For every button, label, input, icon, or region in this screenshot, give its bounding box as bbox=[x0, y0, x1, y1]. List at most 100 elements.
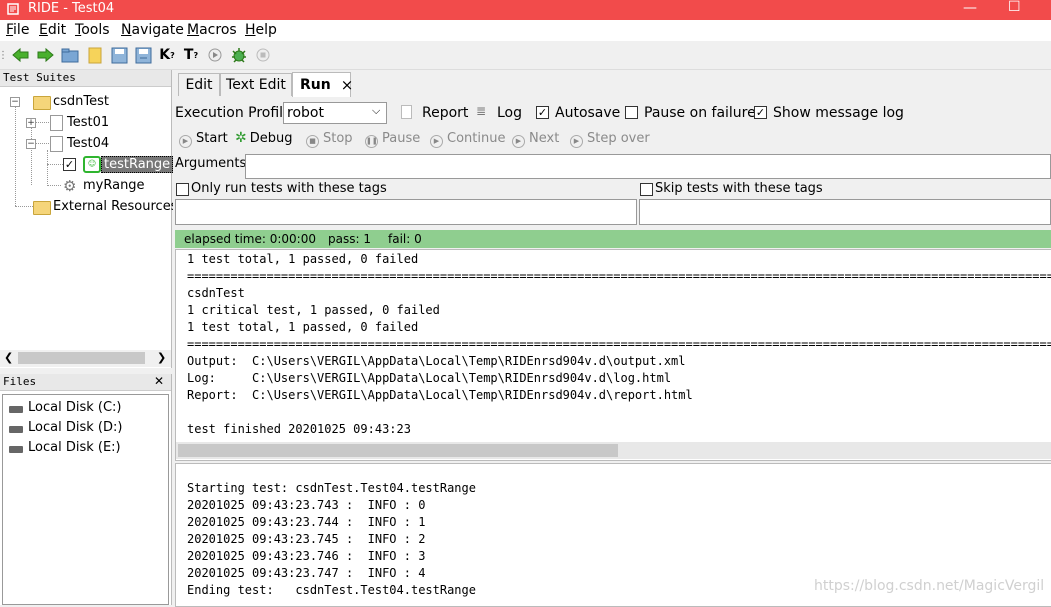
menu-edit[interactable]: Edit bbox=[39, 22, 66, 38]
autosave-label: Autosave bbox=[555, 105, 621, 121]
log-line: 1 test total, 1 passed, 0 failed bbox=[187, 252, 419, 266]
step-over-button[interactable]: ▶ Step over bbox=[570, 131, 650, 148]
keyword-gear-icon: ⚙ bbox=[63, 177, 77, 195]
log-line: ========================================… bbox=[187, 269, 1051, 283]
fail-count: fail: 0 bbox=[388, 232, 422, 246]
only-run-tags-input[interactable] bbox=[175, 199, 637, 225]
tree-node-test01[interactable]: Test01 bbox=[67, 115, 109, 130]
save-icon[interactable] bbox=[110, 46, 128, 64]
arguments-input[interactable] bbox=[245, 154, 1051, 179]
tree-horizontal-scrollbar[interactable]: ❮ ❯ bbox=[0, 350, 171, 367]
testrange-checkbox[interactable]: ✓ bbox=[63, 158, 76, 171]
show-message-log-checkbox[interactable]: ✓ bbox=[754, 106, 767, 119]
output-horizontal-scrollbar[interactable] bbox=[176, 442, 1051, 459]
files-tree: Local Disk (C:) Local Disk (D:) Local Di… bbox=[2, 394, 169, 605]
menu-help[interactable]: Help bbox=[245, 22, 277, 38]
keyword-search-icon[interactable]: K? bbox=[158, 46, 176, 64]
run-panel: Execution Profile: robot ⌵ Report ≣ Log … bbox=[173, 97, 1051, 607]
only-run-tags-checkbox[interactable] bbox=[176, 183, 189, 196]
forward-icon[interactable] bbox=[36, 46, 54, 64]
tree-node-csdntest[interactable]: csdnTest bbox=[53, 94, 109, 109]
back-icon[interactable] bbox=[12, 46, 30, 64]
continue-icon: ▶ bbox=[430, 135, 443, 148]
log-line: 1 critical test, 1 passed, 0 failed bbox=[187, 303, 440, 317]
tree-line bbox=[47, 164, 63, 165]
continue-button[interactable]: ▶ Continue bbox=[430, 131, 505, 148]
minimize-button[interactable]: — bbox=[963, 0, 977, 16]
execution-profile-label: Execution Profile: bbox=[175, 105, 297, 121]
start-button[interactable]: ▶ Start bbox=[179, 131, 228, 148]
file-icon bbox=[50, 136, 63, 152]
log-line: 20201025 09:43:23.744 : INFO : 1 bbox=[187, 515, 426, 529]
tree-node-external-resources[interactable]: External Resources bbox=[53, 199, 177, 214]
next-icon: ▶ bbox=[512, 135, 525, 148]
disk-icon bbox=[9, 406, 23, 413]
collapse-csdntest-icon[interactable]: − bbox=[10, 97, 20, 107]
pause-on-failure-checkbox[interactable] bbox=[625, 106, 638, 119]
files-close-icon[interactable]: ✕ bbox=[154, 374, 164, 388]
next-button[interactable]: ▶ Next bbox=[512, 131, 559, 148]
tab-text-edit[interactable]: Text Edit bbox=[220, 73, 292, 96]
disk-c[interactable]: Local Disk (C:) bbox=[28, 400, 121, 415]
play-icon: ▶ bbox=[179, 135, 192, 148]
tab-run[interactable]: Run × bbox=[292, 72, 354, 97]
pause-on-failure-label: Pause on failure bbox=[644, 105, 756, 121]
new-file-icon[interactable] bbox=[86, 46, 104, 64]
text-search-icon[interactable]: T? bbox=[182, 46, 200, 64]
arguments-label: Arguments: bbox=[175, 156, 251, 171]
run-icon[interactable] bbox=[206, 46, 224, 64]
debug-icon[interactable] bbox=[230, 46, 248, 64]
execution-profile-select[interactable]: robot ⌵ bbox=[283, 102, 387, 124]
disk-icon bbox=[9, 446, 23, 453]
log-line: csdnTest bbox=[187, 286, 245, 300]
toolbar: ⋮ K? T? bbox=[0, 41, 1051, 70]
external-folder-icon bbox=[33, 201, 51, 215]
scroll-thumb[interactable] bbox=[18, 352, 145, 364]
test-suites-panel: Test Suites − csdnTest + Test01 − Test04… bbox=[0, 70, 177, 368]
tree-node-testrange[interactable]: testRange bbox=[101, 156, 174, 173]
scroll-right-icon[interactable]: ❯ bbox=[157, 351, 166, 364]
report-button[interactable]: Report bbox=[422, 105, 468, 121]
stop-icon[interactable] bbox=[254, 46, 272, 64]
stop-circle-icon: ■ bbox=[306, 135, 319, 148]
close-run-tab-icon[interactable]: × bbox=[341, 76, 354, 94]
log-line: 20201025 09:43:23.746 : INFO : 3 bbox=[187, 549, 426, 563]
file-icon bbox=[50, 115, 63, 131]
log-button[interactable]: Log bbox=[497, 105, 522, 121]
editor-tabs: Edit Text Edit Run × bbox=[173, 71, 1051, 97]
skip-tags-input[interactable] bbox=[639, 199, 1051, 225]
menu-navigate[interactable]: Navigate bbox=[121, 22, 184, 38]
menu-macros[interactable]: Macros bbox=[187, 22, 237, 38]
log-line: Report: C:\Users\VERGIL\AppData\Local\Te… bbox=[187, 388, 693, 402]
grip-icon: ⋮ bbox=[0, 49, 8, 61]
title-bar: RIDE - Test04 — ☐ bbox=[0, 0, 1051, 20]
window-title: RIDE - Test04 bbox=[28, 1, 115, 16]
expand-test01-icon[interactable]: + bbox=[26, 118, 36, 128]
autosave-checkbox[interactable]: ✓ bbox=[536, 106, 549, 119]
ride-app-icon bbox=[7, 3, 19, 15]
menu-tools[interactable]: Tools bbox=[75, 22, 110, 38]
scroll-thumb[interactable] bbox=[178, 444, 618, 457]
bug-icon: ✲ bbox=[235, 130, 247, 146]
stop-button[interactable]: ■ Stop bbox=[306, 131, 353, 148]
skip-tags-checkbox[interactable] bbox=[640, 183, 653, 196]
only-run-tags-label: Only run tests with these tags bbox=[191, 181, 387, 196]
pause-button[interactable]: ❚❚ Pause bbox=[365, 131, 420, 148]
tree-node-test04[interactable]: Test04 bbox=[67, 136, 109, 151]
save-all-icon[interactable] bbox=[134, 46, 152, 64]
menu-file[interactable]: File bbox=[6, 22, 29, 38]
tree-node-myrange[interactable]: myRange bbox=[83, 178, 145, 193]
open-folder-icon[interactable] bbox=[61, 46, 79, 64]
debug-button[interactable]: ✲ Debug bbox=[235, 130, 293, 146]
elapsed-time: elapsed time: 0:00:00 bbox=[184, 232, 316, 246]
maximize-button[interactable]: ☐ bbox=[1008, 0, 1021, 15]
tab-edit[interactable]: Edit bbox=[178, 73, 220, 96]
test-suites-header: Test Suites bbox=[0, 70, 171, 87]
tree-line bbox=[47, 150, 48, 186]
disk-d[interactable]: Local Disk (D:) bbox=[28, 420, 122, 435]
tree-line bbox=[31, 120, 32, 185]
output-log[interactable]: 1 test total, 1 passed, 0 failed ========… bbox=[175, 249, 1051, 461]
scroll-left-icon[interactable]: ❮ bbox=[4, 351, 13, 364]
collapse-test04-icon[interactable]: − bbox=[26, 139, 36, 149]
disk-e[interactable]: Local Disk (E:) bbox=[28, 440, 121, 455]
